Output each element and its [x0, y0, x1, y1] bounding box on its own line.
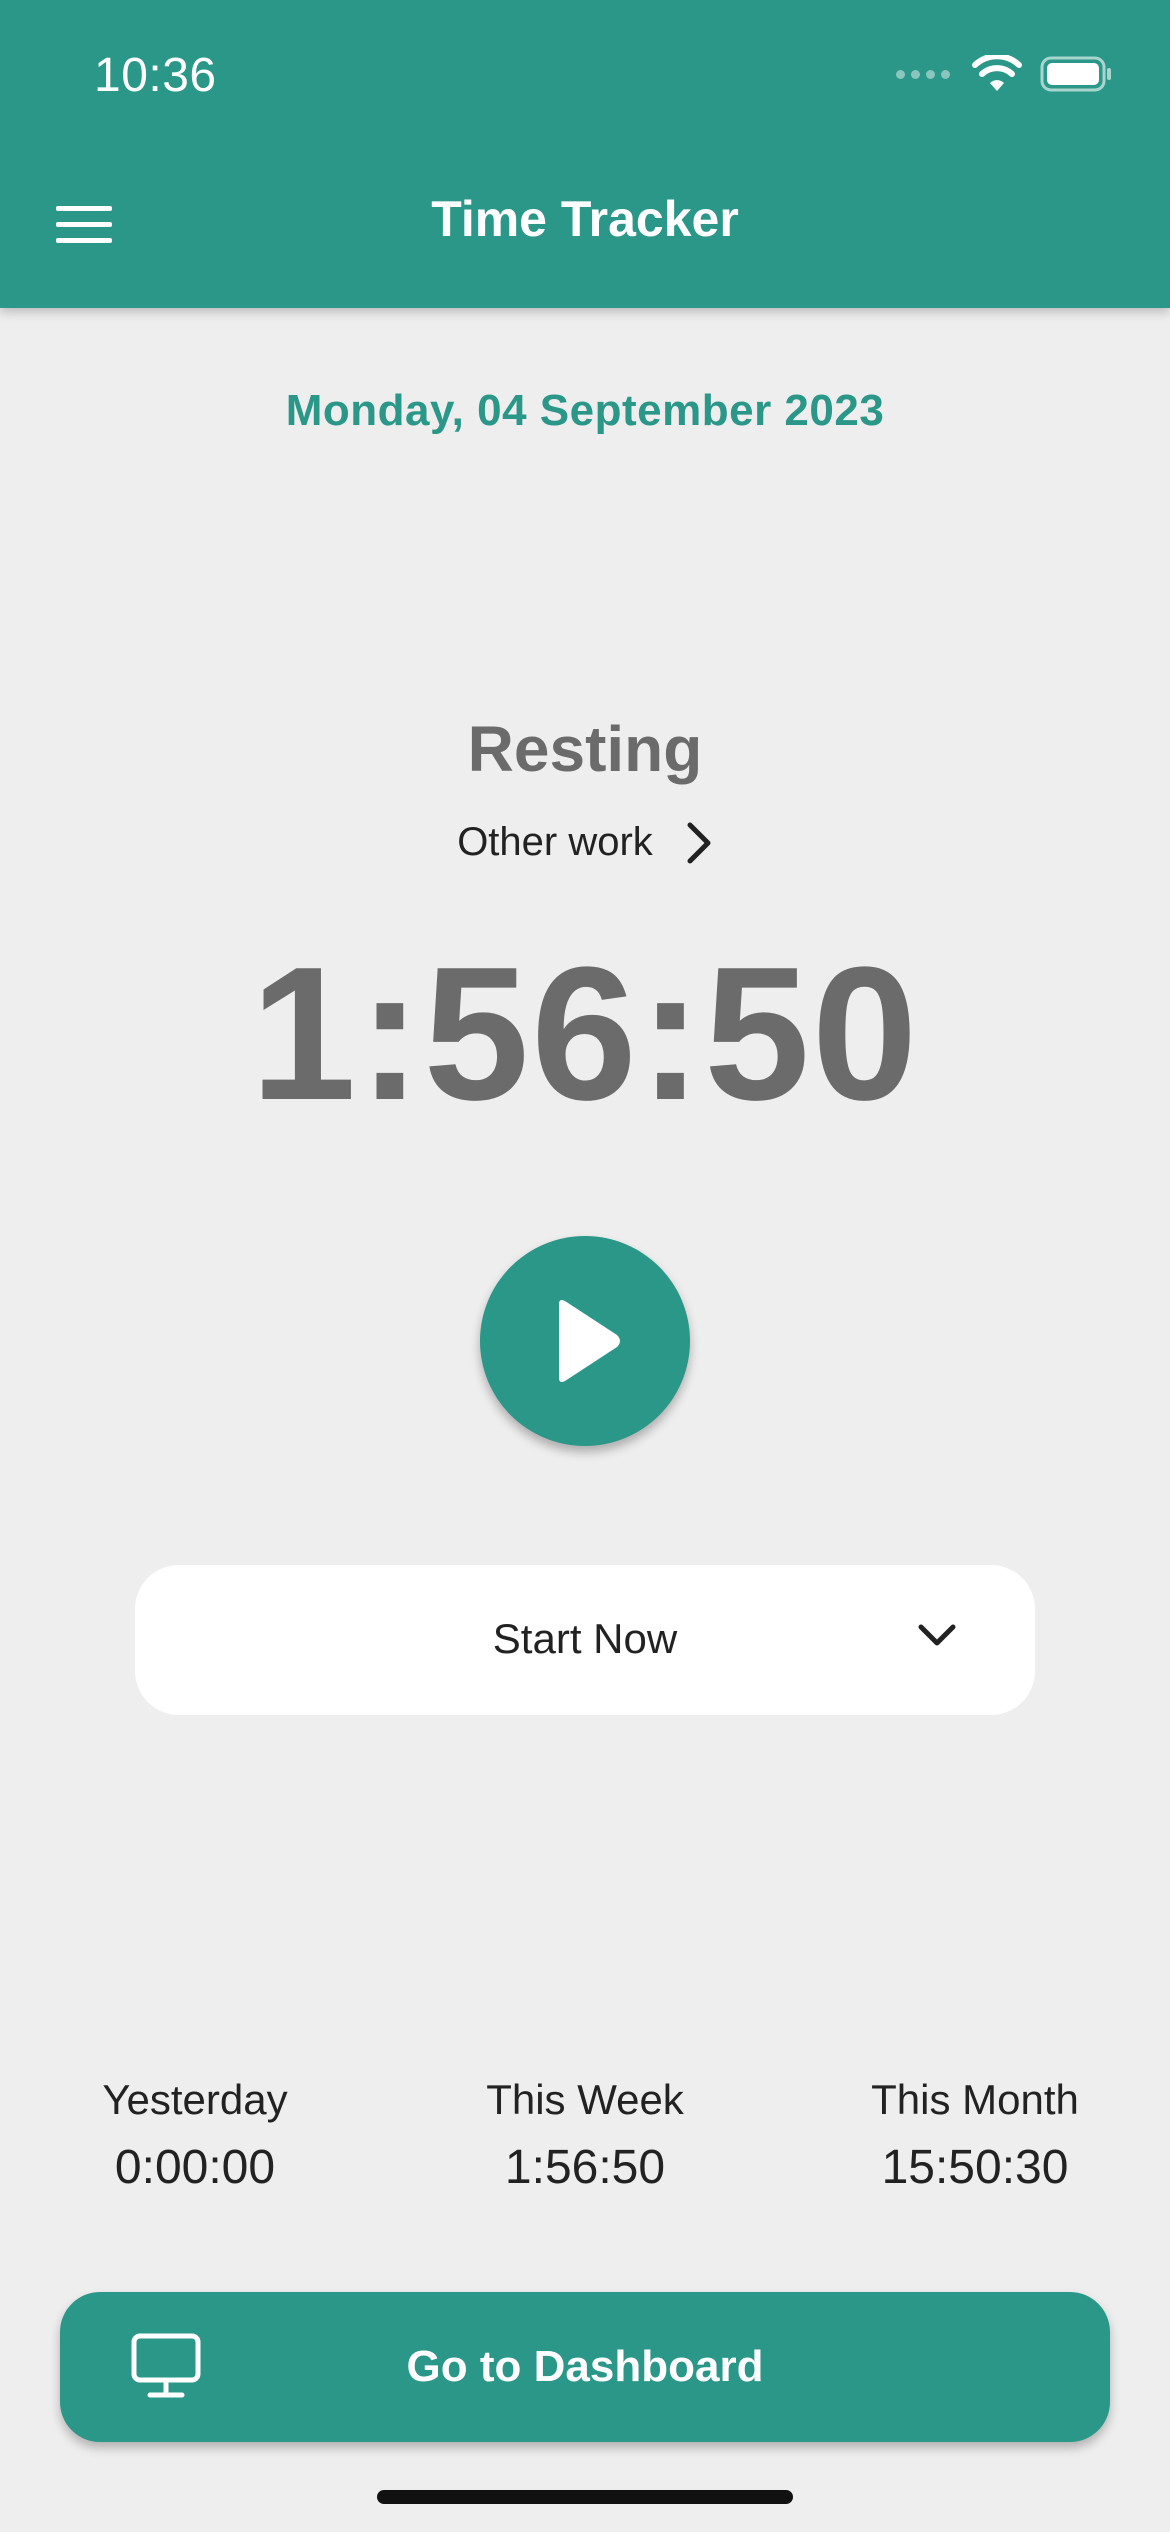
cellular-signal-icon — [896, 69, 950, 79]
work-type-label: Other work — [457, 820, 653, 864]
status-bar-time: 10:36 — [94, 49, 217, 102]
app-header: 10:36 Time Tracker — [0, 0, 1170, 308]
battery-icon — [1040, 55, 1114, 93]
go-to-dashboard-button[interactable]: Go to Dashboard — [60, 2292, 1110, 2442]
status-bar-icons — [896, 52, 1114, 96]
dashboard-button-label: Go to Dashboard — [406, 2342, 764, 2391]
chevron-right-icon — [687, 822, 711, 863]
stat-yesterday: Yesterday 0:00:00 — [0, 2076, 390, 2195]
start-time-select[interactable]: Start Now — [135, 1565, 1035, 1715]
stat-value: 0:00:00 — [114, 2141, 276, 2194]
app-screen: 10:36 Time Tracker Monday, 04 September … — [0, 0, 1170, 2532]
chevron-down-icon — [918, 1624, 956, 1646]
stat-value: 15:50:30 — [881, 2141, 1069, 2194]
play-button[interactable] — [480, 1236, 690, 1446]
stat-label: Yesterday — [102, 2076, 288, 2123]
play-icon — [559, 1300, 620, 1382]
work-type-selector[interactable]: Other work — [0, 820, 1170, 865]
tracker-status: Resting — [467, 713, 703, 785]
stat-this-month: This Month 15:50:30 — [780, 2076, 1170, 2195]
stat-label: This Month — [871, 2076, 1079, 2123]
current-date: Monday, 04 September 2023 — [285, 386, 885, 435]
elapsed-timer: 1:56:50 — [250, 928, 920, 1140]
page-title: Time Tracker — [431, 191, 739, 247]
stat-label: This Week — [486, 2076, 684, 2123]
stat-value: 1:56:50 — [504, 2141, 666, 2194]
home-indicator[interactable] — [377, 2490, 793, 2504]
stat-this-week: This Week 1:56:50 — [390, 2076, 780, 2195]
wifi-icon — [972, 55, 1022, 93]
start-time-value: Start Now — [492, 1615, 678, 1662]
